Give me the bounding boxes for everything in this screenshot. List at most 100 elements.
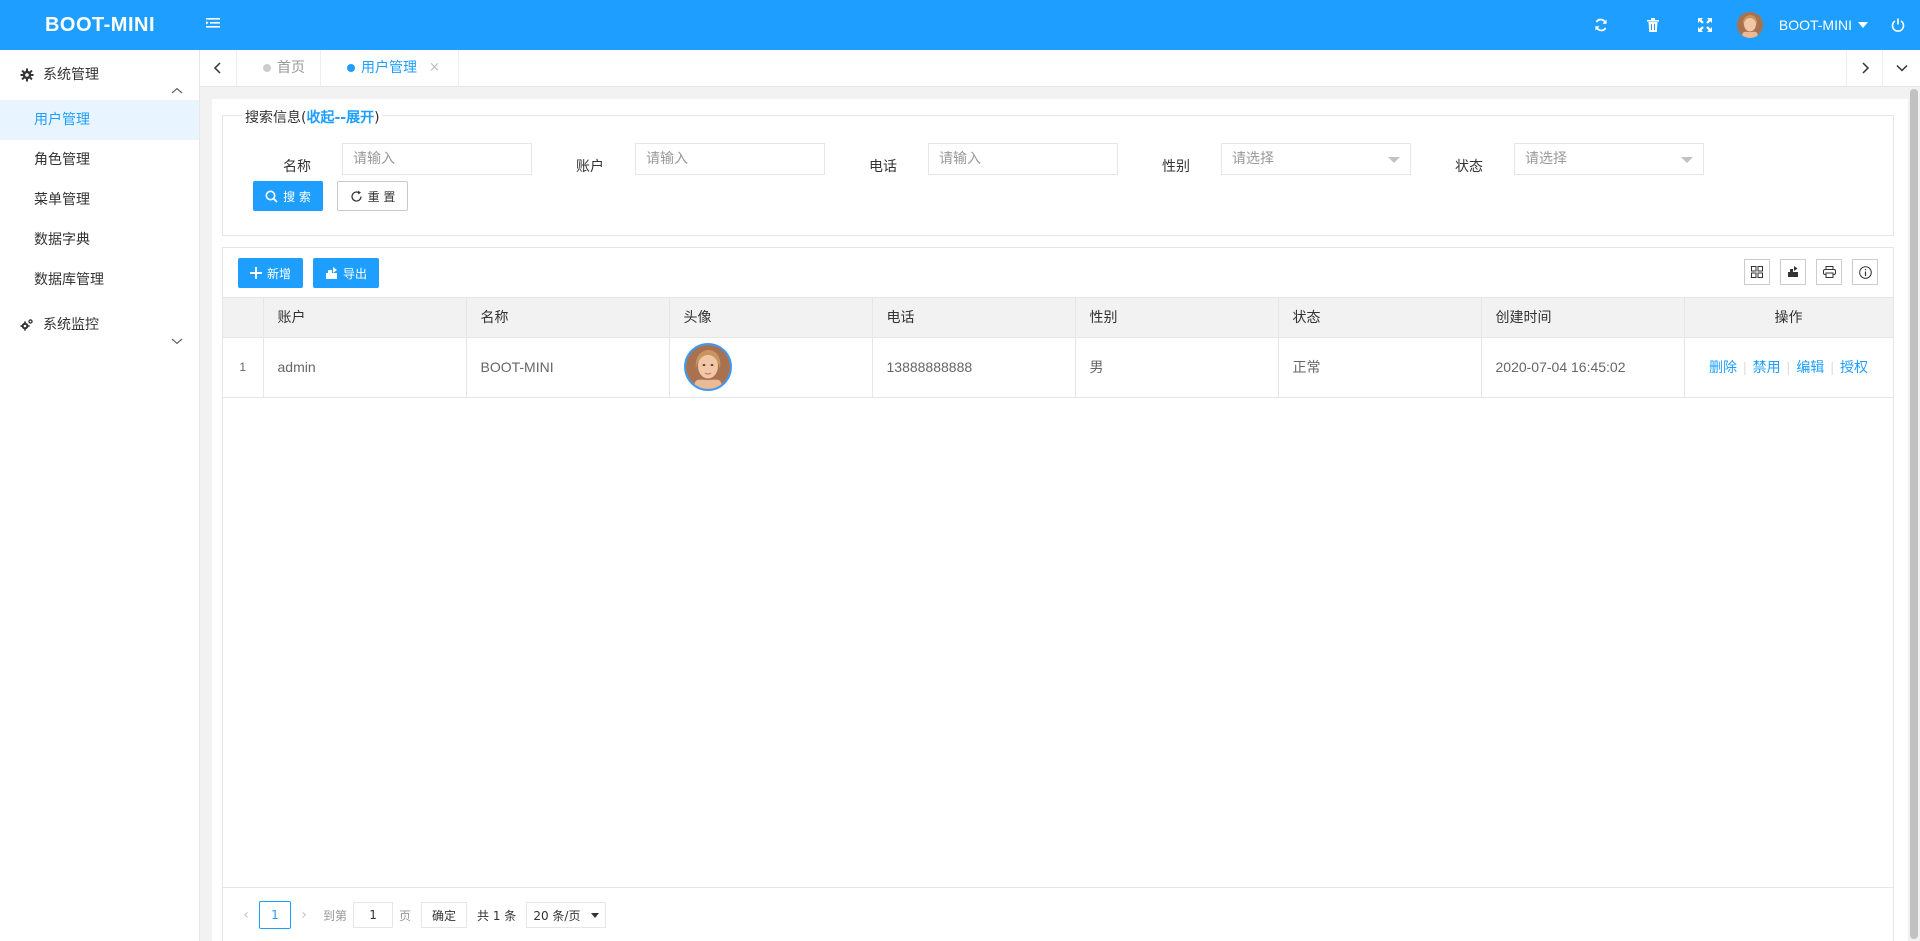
sex-select[interactable]: 请选择 <box>1221 143 1411 175</box>
tab-menu-chevron-down-icon[interactable] <box>1883 50 1920 86</box>
power-icon[interactable] <box>1876 0 1920 50</box>
refresh-icon[interactable] <box>1575 0 1627 50</box>
legend-prefix: 搜索信息( <box>245 110 307 126</box>
print-icon[interactable] <box>1816 259 1842 285</box>
authorize-link[interactable]: 授权 <box>1840 360 1868 376</box>
reset-button[interactable]: 重 置 <box>337 181 408 211</box>
info-icon[interactable] <box>1852 259 1878 285</box>
tab-bar: 首页 用户管理 × <box>200 50 1920 87</box>
main-content: 搜索信息(收起--展开) 名称 账户 电话 性别 请选择 状态 请选择 搜 索 <box>212 99 1908 941</box>
scrollbar-thumb[interactable] <box>1910 89 1918 939</box>
cell-sex: 男 <box>1075 337 1279 398</box>
column-header-created[interactable]: 创建时间 <box>1481 298 1685 338</box>
sex-label: 性别 <box>1162 159 1190 175</box>
export-button[interactable]: 导出 <box>313 258 379 288</box>
tab-scroll-left-icon[interactable] <box>200 50 237 86</box>
sidebar-item-user-management[interactable]: 用户管理 <box>0 100 199 140</box>
add-button-label: 新增 <box>266 266 291 281</box>
sex-select-placeholder: 请选择 <box>1232 151 1274 167</box>
pagination: ‹ 1 › 到第 页 确定 共 1 条 20 条/页 <box>223 887 1893 941</box>
sidebar-item-menu-management[interactable]: 菜单管理 <box>0 180 199 220</box>
cell-account: admin <box>263 337 467 398</box>
column-header-sex[interactable]: 性别 <box>1075 298 1279 338</box>
column-header-phone[interactable]: 电话 <box>872 298 1076 338</box>
account-label: 账户 <box>576 159 604 175</box>
status-select-placeholder: 请选择 <box>1525 151 1567 167</box>
add-button[interactable]: 新增 <box>238 258 303 288</box>
name-label: 名称 <box>283 159 311 175</box>
table-row[interactable]: 1 admin BOOT-MINI 13888888888 男 正常 2020-… <box>223 337 1894 398</box>
prev-page-icon[interactable]: ‹ <box>233 901 259 929</box>
delete-link[interactable]: 删除 <box>1709 360 1737 376</box>
gear-icon <box>20 68 34 82</box>
tab-user-management[interactable]: 用户管理 × <box>321 50 459 86</box>
plus-icon <box>249 267 262 279</box>
top-header: BOOT-MINI BOOT-MINI <box>0 0 1920 50</box>
tab-home[interactable]: 首页 <box>237 50 321 86</box>
search-legend: 搜索信息(收起--展开) <box>243 107 382 127</box>
menu-toggle-icon[interactable] <box>206 16 226 34</box>
total-count: 共 1 条 <box>477 908 517 923</box>
app-logo: BOOT-MINI <box>44 14 156 36</box>
table-toolbar: 新增 导出 <box>223 248 1893 298</box>
edit-link[interactable]: 编辑 <box>1796 360 1824 376</box>
table-panel: 新增 导出 账户 名称 头像 电话 性别 状态 创建时间 操作 1 admin … <box>222 247 1894 941</box>
tab-scroll-right-icon[interactable] <box>1846 50 1883 86</box>
cell-status: 正常 <box>1278 337 1482 398</box>
username[interactable]: BOOT-MINI <box>1779 17 1852 33</box>
cell-actions: 删除 | 禁用 | 编辑 | 授权 <box>1684 337 1894 398</box>
tab-label: 首页 <box>277 60 305 76</box>
close-icon[interactable]: × <box>429 50 440 86</box>
sidebar-item-role-management[interactable]: 角色管理 <box>0 140 199 180</box>
column-header-name[interactable]: 名称 <box>466 298 670 338</box>
current-page[interactable]: 1 <box>259 901 291 929</box>
disable-link[interactable]: 禁用 <box>1753 360 1781 376</box>
page-scrollbar[interactable] <box>1908 87 1920 941</box>
phone-input[interactable] <box>928 143 1118 175</box>
column-header-account[interactable]: 账户 <box>263 298 467 338</box>
chevron-down-icon <box>171 318 183 345</box>
dropdown-caret-icon <box>591 913 600 918</box>
collapse-toggle-link[interactable]: 收起--展开 <box>306 110 374 126</box>
column-header-actions: 操作 <box>1684 298 1894 338</box>
user-menu[interactable]: BOOT-MINI <box>1731 0 1876 50</box>
trash-icon[interactable] <box>1627 0 1679 50</box>
page-size-select[interactable]: 20 条/页 <box>526 902 607 928</box>
reset-button-label: 重 置 <box>367 189 396 204</box>
gears-icon <box>20 318 34 332</box>
refresh-icon <box>350 190 363 203</box>
sidebar-item-database-management[interactable]: 数据库管理 <box>0 260 199 300</box>
export-file-icon[interactable] <box>1780 259 1806 285</box>
sidebar-group-system-monitor[interactable]: 系统监控 <box>0 300 199 350</box>
phone-label: 电话 <box>869 159 897 175</box>
goto-label: 到第 <box>323 908 348 923</box>
export-button-label: 导出 <box>342 266 367 281</box>
columns-icon[interactable] <box>1744 259 1770 285</box>
sidebar-group-system-management[interactable]: 系统管理 <box>0 50 199 100</box>
account-input[interactable] <box>635 143 825 175</box>
goto-page-input[interactable] <box>353 902 394 928</box>
sidebar-group-label: 系统监控 <box>43 317 99 333</box>
goto-confirm-button[interactable]: 确定 <box>421 902 468 928</box>
tab-dot-icon <box>347 64 355 72</box>
fullscreen-icon[interactable] <box>1679 0 1731 50</box>
page-unit-label: 页 <box>399 908 412 923</box>
next-page-icon[interactable]: › <box>291 901 317 929</box>
search-panel: 搜索信息(收起--展开) 名称 账户 电话 性别 请选择 状态 请选择 搜 索 <box>222 107 1894 236</box>
cell-created: 2020-07-04 16:45:02 <box>1481 337 1685 398</box>
search-icon <box>265 190 278 203</box>
avatar[interactable] <box>683 343 732 391</box>
export-icon <box>325 267 338 279</box>
column-header-status[interactable]: 状态 <box>1278 298 1482 338</box>
name-input[interactable] <box>342 143 532 175</box>
row-index: 1 <box>223 337 264 398</box>
action-divider: | <box>1786 359 1791 375</box>
sidebar-item-data-dictionary[interactable]: 数据字典 <box>0 220 199 260</box>
search-button[interactable]: 搜 索 <box>253 181 323 211</box>
status-select[interactable]: 请选择 <box>1514 143 1704 175</box>
action-divider: | <box>1830 359 1834 375</box>
user-table: 账户 名称 头像 电话 性别 状态 创建时间 操作 1 admin BOOT-M… <box>223 298 1894 398</box>
column-header-avatar[interactable]: 头像 <box>669 298 873 338</box>
cell-avatar <box>669 337 873 398</box>
caret-down-icon <box>1858 22 1868 28</box>
